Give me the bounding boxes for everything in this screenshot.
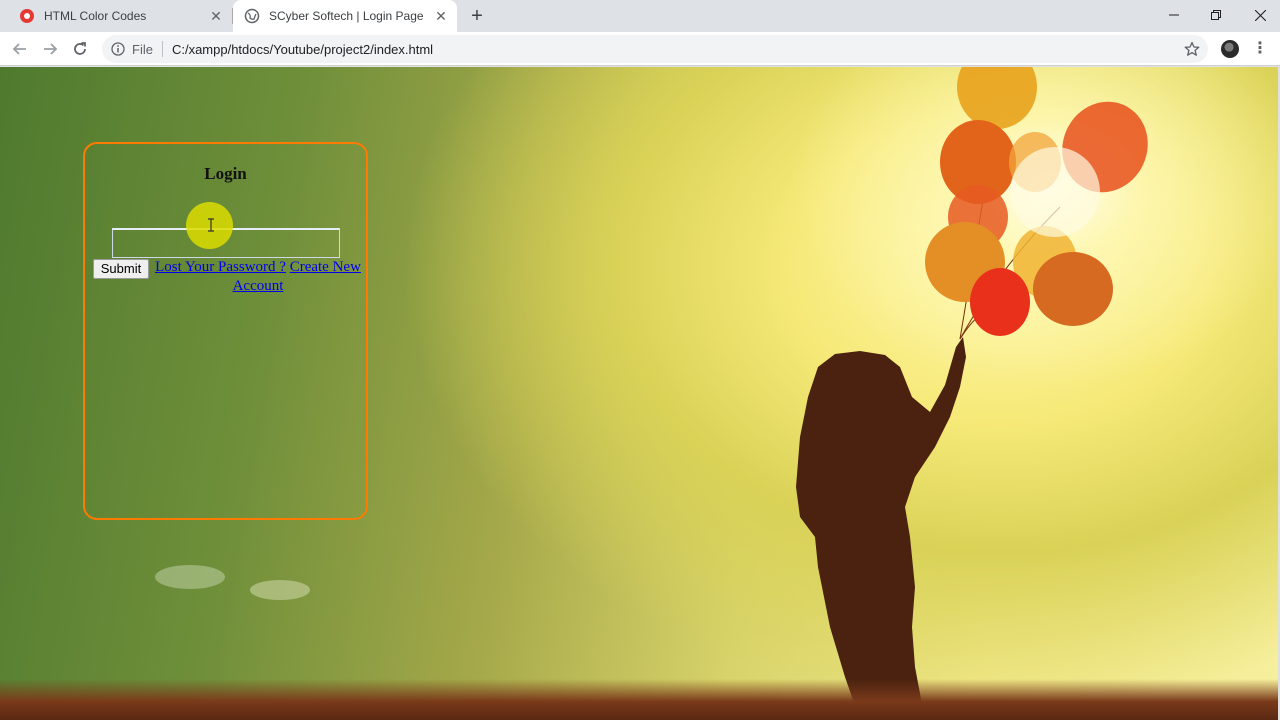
- minimize-button[interactable]: [1152, 0, 1196, 30]
- tab-title: SCyber Softech | Login Page: [269, 9, 424, 23]
- close-tab-icon[interactable]: ✕: [208, 8, 224, 24]
- tab-login-page[interactable]: SCyber Softech | Login Page ✕: [233, 0, 457, 32]
- reload-icon: [74, 42, 86, 55]
- new-tab-button[interactable]: +: [467, 6, 487, 26]
- tab-strip: HTML Color Codes ✕ SCyber Softech | Logi…: [0, 0, 1280, 32]
- text-cursor-icon: [208, 218, 214, 232]
- restore-icon: [1211, 10, 1221, 20]
- balloon: [970, 268, 1030, 336]
- minimize-icon: [1169, 14, 1179, 16]
- tab-html-color-codes[interactable]: HTML Color Codes ✕: [8, 0, 232, 32]
- bookmark-star-icon[interactable]: [1184, 41, 1200, 57]
- html-color-codes-favicon-icon: [20, 9, 34, 23]
- balloon: [957, 67, 1037, 129]
- page-viewport: Login Submit Lost Your Password ? Create…: [0, 67, 1278, 720]
- info-icon[interactable]: [111, 42, 125, 56]
- globe-icon: [244, 8, 260, 24]
- close-tab-icon[interactable]: ✕: [433, 8, 449, 24]
- sun: [1010, 147, 1100, 237]
- submit-button[interactable]: Submit: [93, 259, 149, 279]
- balloon: [1033, 252, 1113, 326]
- login-title: Login: [204, 164, 247, 183]
- arrow-left-icon: [12, 43, 26, 55]
- browser-toolbar: File C:/xampp/htdocs/Youtube/project2/in…: [0, 32, 1280, 66]
- login-links: Lost Your Password ? Create New Account: [151, 258, 365, 296]
- omnibox-divider: [161, 41, 163, 57]
- person-silhouette: [796, 337, 966, 720]
- close-window-button[interactable]: [1238, 0, 1280, 30]
- url-text[interactable]: C:/xampp/htdocs/Youtube/project2/index.h…: [172, 42, 433, 57]
- lost-password-link[interactable]: Lost Your Password ?: [155, 259, 286, 275]
- restore-button[interactable]: [1194, 0, 1238, 30]
- login-box: Login Submit Lost Your Password ? Create…: [83, 142, 368, 520]
- back-button[interactable]: [8, 37, 32, 61]
- arrow-right-icon: [44, 43, 58, 55]
- cloud: [155, 565, 225, 589]
- browser-menu-icon[interactable]: ⋮: [1252, 39, 1268, 59]
- reload-button[interactable]: [68, 37, 92, 61]
- address-bar[interactable]: File C:/xampp/htdocs/Youtube/project2/in…: [102, 35, 1208, 63]
- url-scheme-label: File: [132, 41, 153, 57]
- cloud: [250, 580, 310, 600]
- ground-horizon: [0, 679, 1278, 720]
- close-icon: [1254, 9, 1266, 21]
- profile-avatar[interactable]: [1221, 40, 1239, 58]
- forward-button[interactable]: [38, 37, 62, 61]
- tab-title: HTML Color Codes: [44, 9, 147, 23]
